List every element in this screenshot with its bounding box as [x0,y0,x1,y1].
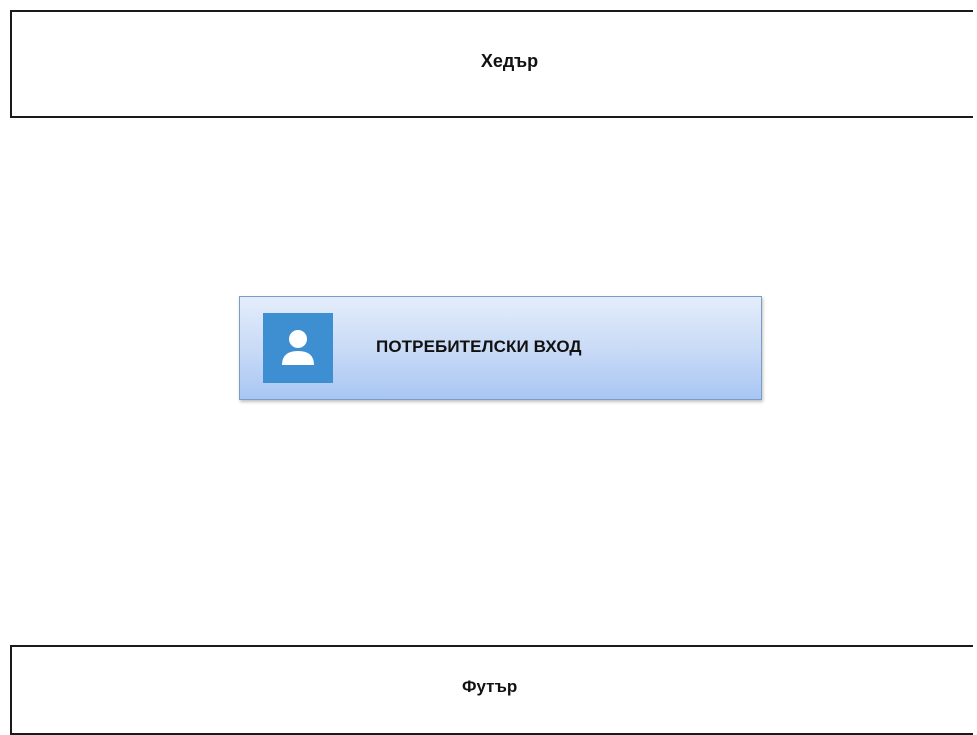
user-login-button[interactable]: ПОТРЕБИТЕЛСКИ ВХОД [239,296,762,400]
footer-label: Футър [462,677,518,696]
login-button-label: ПОТРЕБИТЕЛСКИ ВХОД [376,337,582,356]
user-icon [263,313,333,383]
header-label: Хедър [480,50,539,71]
page-footer: Футър [10,645,973,735]
page-header: Хедър [10,10,973,118]
